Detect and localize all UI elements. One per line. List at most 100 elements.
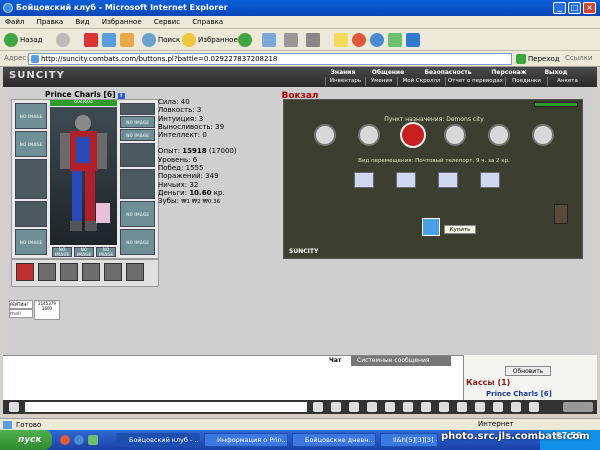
city-emblem-5[interactable] [488,124,510,146]
potion-slot-2[interactable] [38,263,56,281]
door-icon[interactable] [554,204,568,224]
tool-button-2[interactable] [406,32,422,48]
refresh-list-button[interactable]: Обновить [505,366,551,376]
refresh-chat-icon[interactable] [511,402,521,412]
city-emblem-6[interactable] [532,124,554,146]
task-prince-info[interactable]: Информация о Prin... [204,433,288,447]
scroll-arrows[interactable] [563,402,593,412]
tool-button-1[interactable] [388,32,404,48]
transport-option-2[interactable] [396,172,416,188]
transport-option-4[interactable] [480,172,500,188]
close-button[interactable]: × [583,2,596,14]
shield-slot[interactable] [120,169,155,199]
clear-icon[interactable] [331,402,341,412]
city-emblem-4[interactable] [444,124,466,146]
log-icon[interactable] [457,402,467,412]
potion-slot-5[interactable] [104,263,122,281]
messenger-button[interactable] [334,32,350,48]
menu-favorites[interactable]: Избранное [97,16,147,29]
nav-security[interactable]: Безопасность [417,68,479,77]
task-fight-club[interactable]: Бойцовский клуб - ... [116,433,200,447]
nav-skills[interactable]: Умения [365,77,397,86]
links-button[interactable]: Ссылки [565,54,593,62]
tab-system-messages[interactable]: Системные сообщения [351,356,451,366]
options-icon[interactable] [493,402,503,412]
menu-view[interactable]: Вид [70,16,94,29]
favorites-button[interactable]: Избранное [182,32,238,48]
nav-character[interactable]: Персонаж [487,68,531,77]
ring-slot-1[interactable] [120,103,155,115]
nav-exit[interactable]: Выход [539,68,573,77]
speed-icon[interactable] [529,402,539,412]
nav-profile[interactable]: Анкета [547,77,587,86]
nav-battles[interactable]: Поединки [505,77,547,86]
armor-slot[interactable] [15,201,47,227]
history-button[interactable] [238,32,254,48]
scroll-icon[interactable] [475,402,485,412]
minimize-button[interactable]: _ [553,2,566,14]
forward-button[interactable] [56,32,72,48]
search-button[interactable]: Поиск [142,32,180,48]
menu-help[interactable]: Справка [187,16,228,29]
gloves-slot[interactable] [120,143,155,167]
sound-icon[interactable] [439,402,449,412]
equipment-slot-helmet[interactable]: NO IMAGE [15,103,47,129]
research-button[interactable] [370,32,386,48]
rating-counter[interactable]: РЕЙТИНГ 5243565 [9,300,33,315]
city-emblem-demons[interactable] [400,122,426,148]
mail-counter[interactable]: mail [9,309,33,318]
back-button[interactable]: Назад [4,32,42,48]
transport-option-1[interactable] [354,172,374,188]
quicklaunch-icon-2[interactable] [74,435,84,445]
stop-button[interactable] [84,32,100,48]
menu-edit[interactable]: Правка [32,16,69,29]
equipment-slot-extra-1[interactable]: NO IMAGE [52,247,72,257]
equipment-slot-ring-3[interactable]: NO IMAGE [120,129,155,141]
color-icon[interactable] [421,402,431,412]
address-input[interactable]: http://suncity.combats.com/buttons.pl?ba… [28,53,512,65]
go-button[interactable]: Переход [516,54,560,64]
filter-icon[interactable] [349,402,359,412]
equipment-slot-extra-2[interactable]: NO IMAGE [74,247,94,257]
send-icon[interactable] [313,402,323,412]
axe-weapon-slot[interactable] [15,159,47,199]
menu-tools[interactable]: Сервис [149,16,185,29]
potion-slot-4[interactable] [82,263,100,281]
quicklaunch-icon-1[interactable] [60,435,70,445]
potion-slot-3[interactable] [60,263,78,281]
task-other[interactable]: Il&h[5][3][3] - ... [380,433,438,447]
city-emblem-1[interactable] [314,124,336,146]
refresh-button[interactable] [102,32,118,48]
visits-counter[interactable]: 2145379 1600 [34,300,60,320]
home-button[interactable] [120,32,136,48]
equipment-slot-boots[interactable]: NO IMAGE [120,229,155,255]
potion-slot-6[interactable] [126,263,144,281]
city-emblem-2[interactable] [358,124,380,146]
chat-input[interactable] [25,402,307,412]
equipment-slot-ring-2[interactable]: NO IMAGE [120,116,155,128]
player-list-item[interactable]: Prince Charls [6] [486,390,552,398]
buy-button[interactable]: Купить [444,225,476,234]
nav-my-scroll[interactable]: Мой Скроллл [397,77,445,86]
equipment-slot-pants[interactable]: NO IMAGE [120,201,155,227]
transport-option-3[interactable] [438,172,458,188]
mail-button[interactable] [262,32,278,48]
equipment-slot-extra-3[interactable]: NO IMAGE [96,247,116,257]
maximize-button[interactable]: □ [568,2,581,14]
tab-chat[interactable]: Чат [323,356,348,366]
at-button[interactable] [352,32,368,48]
user-icon[interactable] [367,402,377,412]
nav-communication[interactable]: Общение [365,68,411,77]
start-button[interactable]: пуск [0,430,52,450]
print-button[interactable] [284,32,300,48]
nav-inventory[interactable]: Инвентарь [325,77,365,86]
lock-icon[interactable] [403,402,413,412]
task-diaries[interactable]: Бойцовские дневн... [292,433,376,447]
edit-button[interactable] [306,32,322,48]
equipment-slot-belt[interactable]: NO IMAGE [15,229,47,255]
menu-file[interactable]: Файл [0,16,29,29]
nav-knowledge[interactable]: Знания [325,68,361,77]
potion-slot-1[interactable] [16,263,34,281]
smiley-icon[interactable] [385,402,395,412]
nav-transfer-report[interactable]: Отчет о переводах [445,77,505,86]
